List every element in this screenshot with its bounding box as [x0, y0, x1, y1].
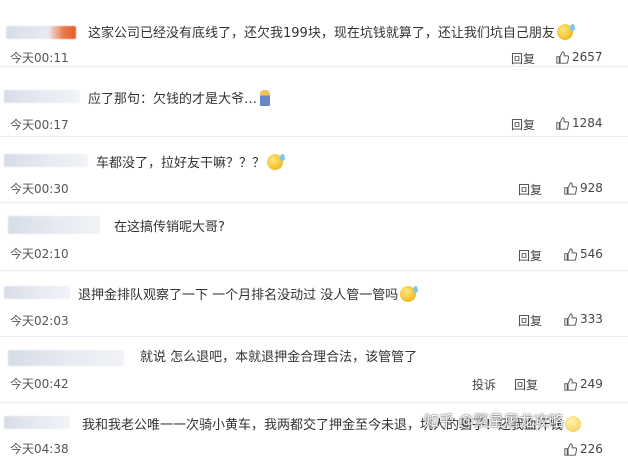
comment-item: 退押金排队观察了一下 一个月排名没动过 没人管一管吗 今天02:03 回复 33…: [0, 270, 628, 337]
thumbs-up-icon: [556, 50, 569, 64]
comment-item: 这家公司已经没有底线了，还欠我199块，现在坑钱就算了，还让我们坑自己朋友 今天…: [0, 0, 628, 67]
reply-button[interactable]: 回复: [518, 181, 542, 198]
comment-text: 应了那句：欠钱的才是大爷…: [88, 90, 271, 108]
username-blurred: [8, 216, 100, 234]
comment-item: 车都没了，拉好友干嘛？？？ 今天00:30 回复 928: [0, 136, 628, 203]
like-count: 928: [580, 181, 603, 195]
comment-text: 就说 怎么退吧，本就退押金合理合法，该管管了: [140, 350, 418, 365]
like-button[interactable]: 333: [564, 312, 603, 326]
comment-text: 在这搞传销呢大哥?: [114, 220, 225, 235]
comment-item: 在这搞传销呢大哥? 今天02:10 回复 546: [0, 202, 628, 271]
comment-time: 今天00:17: [10, 118, 69, 132]
watermark: 知乎 @繁星屠龙攻略: [424, 412, 564, 430]
laughing-tears-emoji: [556, 24, 575, 40]
comment-text: 退押金排队观察了一下 一个月排名没动过 没人管一管吗: [78, 286, 419, 304]
thumbs-up-icon: [564, 442, 577, 456]
like-count: 226: [580, 442, 603, 456]
comment-time: 今天04:38: [10, 442, 69, 456]
thumbs-up-icon: [556, 116, 569, 130]
comment-time: 今天02:03: [10, 314, 69, 328]
username-blurred: [4, 416, 70, 429]
sweat-emoji: [267, 154, 286, 170]
username-blurred: [8, 350, 124, 366]
like-count: 1284: [572, 116, 603, 130]
like-count: 2657: [572, 50, 603, 64]
comment-item: 应了那句：欠钱的才是大爷… 今天00:17 回复 1284: [0, 66, 628, 137]
reply-button[interactable]: 回复: [518, 312, 542, 329]
thumbs-up-icon: [564, 377, 577, 391]
like-count: 249: [580, 377, 603, 391]
like-button[interactable]: 1284: [556, 116, 603, 130]
username-blurred: [6, 26, 76, 39]
pale-face-emoji: [565, 416, 582, 432]
reply-button[interactable]: 回复: [518, 247, 542, 264]
thumbs-up-icon: [564, 312, 577, 326]
thumbs-up-icon: [564, 181, 577, 195]
comment-text: 这家公司已经没有底线了，还欠我199块，现在坑钱就算了，还让我们坑自己朋友: [88, 24, 575, 42]
laughing-tears-emoji: [400, 286, 419, 302]
comment-item: 就说 怎么退吧，本就退押金合理合法，该管管了 今天00:42 投诉 回复 249: [0, 336, 628, 403]
username-blurred: [4, 286, 70, 299]
like-button[interactable]: 249: [564, 377, 603, 391]
comment-text: 车都没了，拉好友干嘛？？？: [96, 154, 286, 172]
like-button[interactable]: 226: [564, 442, 603, 456]
comment-time: 今天00:42: [10, 377, 69, 391]
username-blurred: [4, 90, 80, 103]
like-button[interactable]: 546: [564, 247, 603, 261]
comment-time: 今天02:10: [10, 247, 69, 261]
figure-emoji: [260, 90, 271, 106]
thumbs-up-icon: [564, 247, 577, 261]
like-count: 546: [580, 247, 603, 261]
reply-button[interactable]: 回复: [511, 50, 535, 67]
comment-time: 今天00:30: [10, 182, 69, 196]
reply-button[interactable]: 回复: [511, 116, 535, 133]
like-button[interactable]: 928: [564, 181, 603, 195]
username-blurred: [4, 154, 88, 167]
like-button[interactable]: 2657: [556, 50, 603, 64]
report-button[interactable]: 投诉: [472, 376, 496, 393]
comment-time: 今天00:11: [10, 51, 69, 65]
like-count: 333: [580, 312, 603, 326]
reply-button[interactable]: 回复: [514, 376, 538, 393]
